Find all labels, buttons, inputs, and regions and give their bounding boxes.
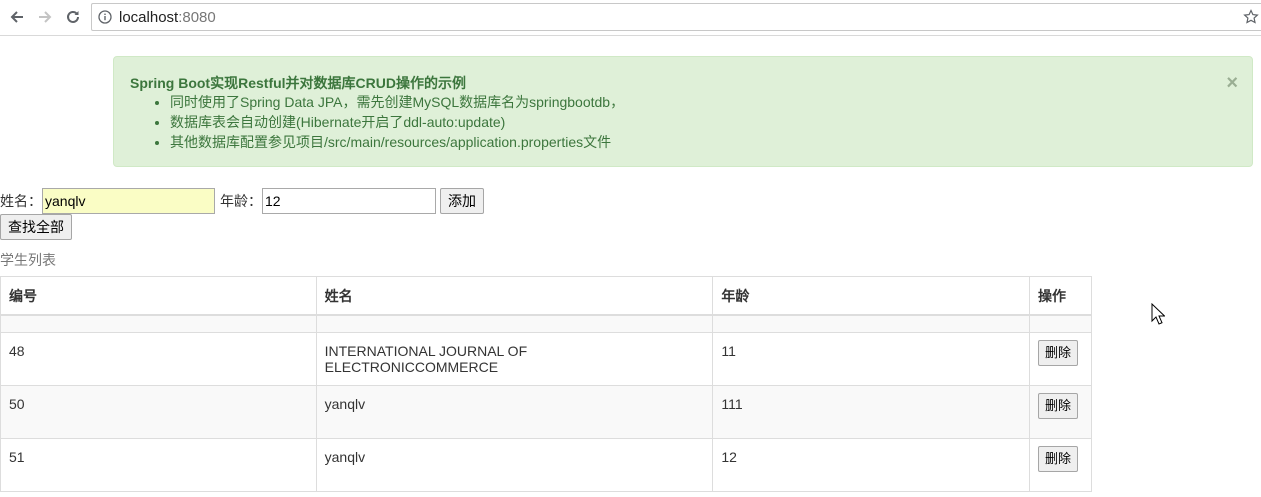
- find-all-button[interactable]: 查找全部: [0, 214, 72, 240]
- reload-icon[interactable]: [62, 6, 84, 28]
- empty-row: [0, 314, 1092, 333]
- star-icon[interactable]: [1243, 9, 1259, 28]
- age-input[interactable]: [262, 188, 436, 214]
- cell-id: 51: [0, 438, 317, 492]
- empty-cell: [712, 314, 1030, 333]
- cell-age: 111: [712, 385, 1030, 439]
- empty-cell: [1029, 314, 1092, 333]
- alert-item: 数据库表会自动创建(Hibernate开启了ddl-auto:update): [170, 112, 1236, 132]
- student-table: 编号 姓名 年龄 操作 48 INTERNATIONAL JOURNAL OF …: [0, 276, 1092, 492]
- cell-actions: 删除: [1029, 438, 1092, 492]
- forward-arrow-icon[interactable]: [34, 6, 56, 28]
- column-header-age: 年龄: [712, 276, 1030, 316]
- delete-button[interactable]: 删除: [1038, 446, 1079, 472]
- column-header-name: 姓名: [315, 276, 714, 316]
- info-alert: Spring Boot实现Restful并对数据库CRUD操作的示例 同时使用了…: [113, 56, 1253, 167]
- delete-button[interactable]: 删除: [1038, 393, 1079, 419]
- table-row: 48 INTERNATIONAL JOURNAL OF ELECTRONICCO…: [0, 332, 1092, 386]
- cell-actions: 删除: [1029, 332, 1092, 386]
- student-list-title: 学生列表: [0, 252, 56, 268]
- cell-age: 12: [712, 438, 1030, 492]
- add-student-form: 姓名： 年龄： 添加: [0, 188, 484, 214]
- back-arrow-icon[interactable]: [6, 6, 28, 28]
- url-host: localhost: [119, 9, 179, 26]
- address-bar[interactable]: localhost:8080: [91, 3, 1261, 31]
- alert-list: 同时使用了Spring Data JPA，需先创建MySQL数据库名为sprin…: [130, 92, 1236, 152]
- mouse-cursor-icon: [1151, 302, 1166, 328]
- table-row: 51 yanqlv 12 删除: [0, 438, 1092, 492]
- url-text: localhost:8080: [119, 9, 216, 26]
- column-header-actions: 操作: [1029, 276, 1092, 316]
- cell-age: 11: [712, 332, 1030, 386]
- add-button[interactable]: 添加: [440, 188, 484, 214]
- cell-name: INTERNATIONAL JOURNAL OF ELECTRONICCOMME…: [315, 332, 714, 386]
- cell-id: 48: [0, 332, 317, 386]
- alert-title: Spring Boot实现Restful并对数据库CRUD操作的示例: [130, 75, 466, 91]
- table-header-row: 编号 姓名 年龄 操作: [0, 276, 1092, 316]
- delete-button[interactable]: 删除: [1038, 340, 1079, 366]
- cell-name: yanqlv: [315, 438, 714, 492]
- name-label: 姓名：: [0, 193, 42, 209]
- close-icon[interactable]: ×: [1226, 73, 1238, 93]
- url-port: :8080: [178, 9, 216, 26]
- cell-name: yanqlv: [315, 385, 714, 439]
- info-icon[interactable]: [98, 10, 112, 27]
- browser-toolbar: localhost:8080: [0, 0, 1261, 36]
- table-row: 50 yanqlv 111 删除: [0, 385, 1092, 439]
- alert-item: 同时使用了Spring Data JPA，需先创建MySQL数据库名为sprin…: [170, 92, 1236, 112]
- column-header-id: 编号: [0, 276, 317, 316]
- cell-actions: 删除: [1029, 385, 1092, 439]
- name-input[interactable]: [42, 188, 215, 214]
- empty-cell: [0, 314, 317, 333]
- cell-id: 50: [0, 385, 317, 439]
- alert-item: 其他数据库配置参见项目/src/main/resources/applicati…: [170, 132, 1236, 152]
- empty-cell: [315, 314, 714, 333]
- age-label: 年龄：: [220, 193, 262, 209]
